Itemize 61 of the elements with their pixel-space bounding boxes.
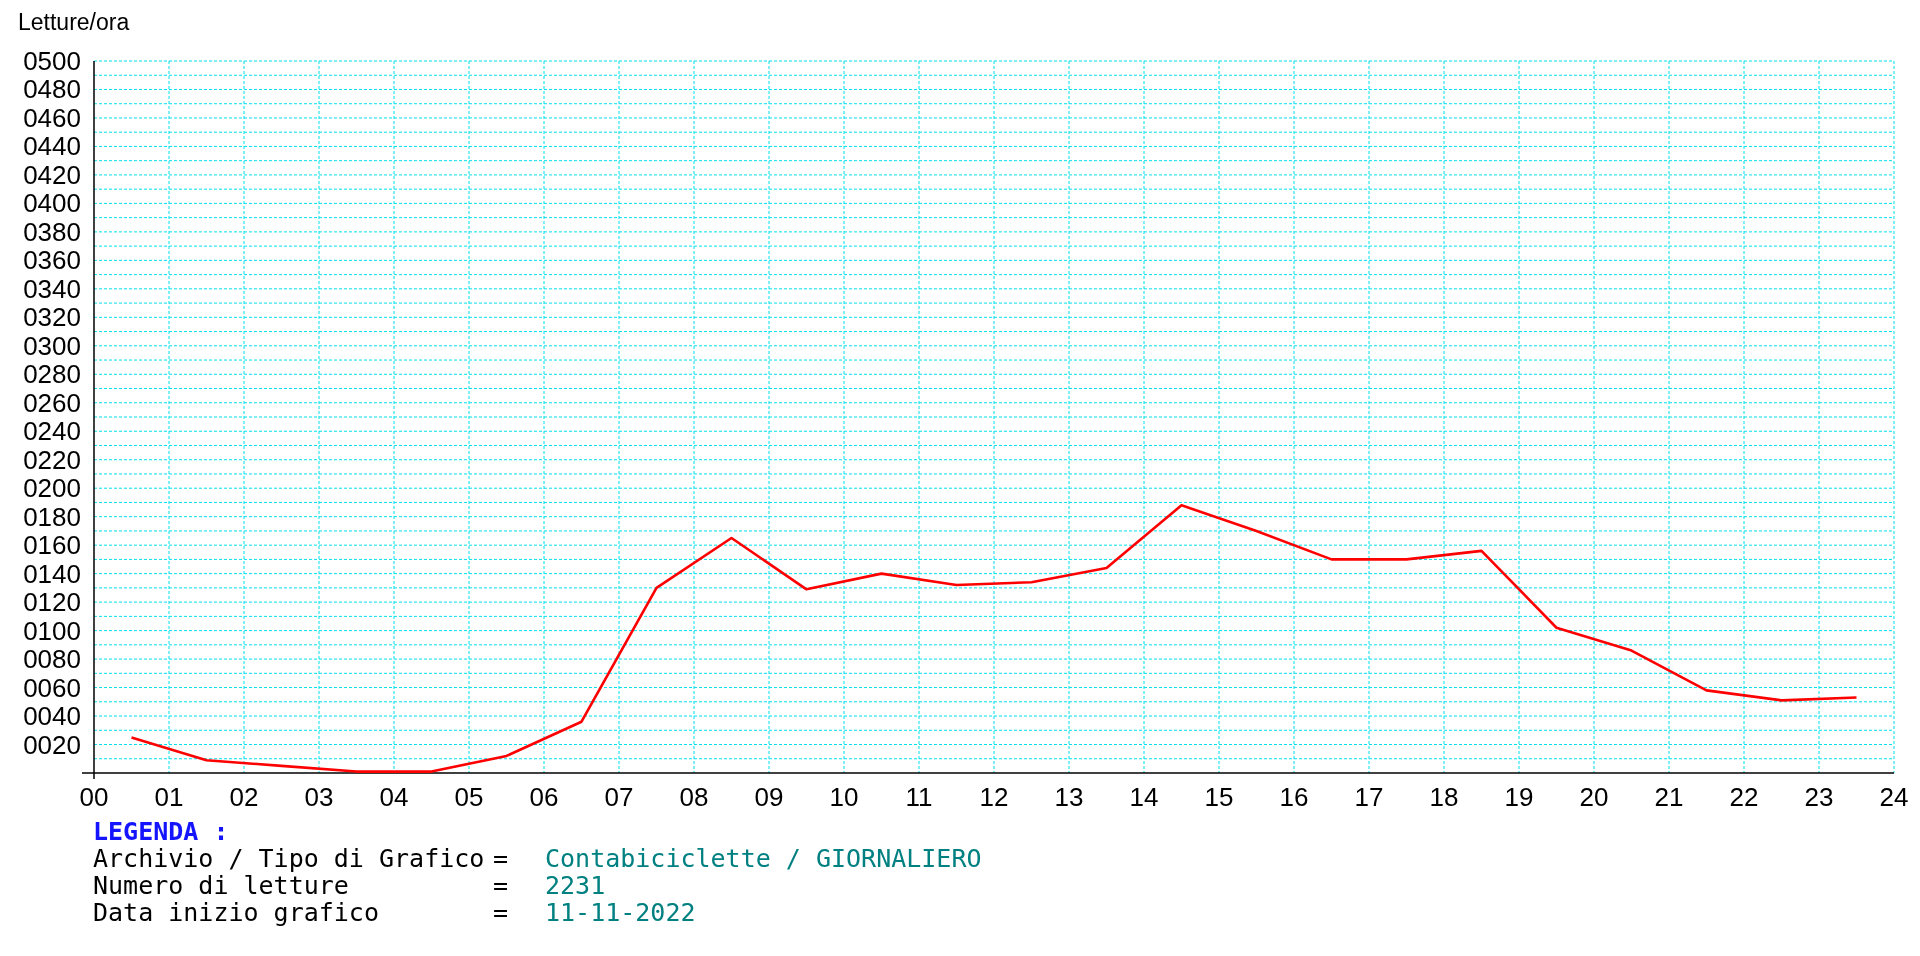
y-tick-label: 0080	[23, 644, 81, 675]
x-tick-label: 24	[1879, 782, 1909, 812]
x-tick-label: 19	[1504, 782, 1534, 812]
y-tick-label: 0160	[23, 530, 81, 561]
equals-sign: =	[493, 872, 510, 899]
x-tick-label: 04	[379, 782, 409, 812]
y-tick-label: 0500	[23, 46, 81, 76]
legend-value: 2231	[545, 872, 607, 899]
y-tick-label: 0140	[23, 558, 81, 589]
y-tick-label: 0440	[23, 131, 81, 162]
y-tick-label: 0020	[23, 729, 81, 760]
x-tick-label: 07	[604, 782, 634, 812]
equals-sign: =	[493, 845, 510, 872]
legend-title: LEGENDA :	[93, 818, 229, 845]
x-tick-label: 10	[829, 782, 859, 812]
x-tick-label: 17	[1354, 782, 1384, 812]
x-tick-label: 06	[529, 782, 559, 812]
x-tick-label: 01	[154, 782, 184, 812]
x-tick-label: 05	[454, 782, 484, 812]
y-tick-label: 0280	[23, 359, 81, 390]
y-tick-label: 0480	[23, 74, 81, 105]
y-tick-label: 0260	[23, 387, 81, 418]
y-tick-label: 0400	[23, 188, 81, 219]
x-tick-label: 16	[1279, 782, 1309, 812]
x-tick-label: 20	[1579, 782, 1609, 812]
x-tick-label: 12	[979, 782, 1009, 812]
legend-label: Numero di letture	[93, 872, 350, 899]
x-tick-label: 11	[905, 782, 933, 812]
y-tick-label: 0300	[23, 330, 81, 361]
legend-value: Contabiciclette / GIORNALIERO	[545, 845, 983, 872]
y-tick-label: 0180	[23, 501, 81, 532]
y-tick-label: 0460	[23, 102, 81, 133]
x-tick-label: 23	[1804, 782, 1834, 812]
x-tick-label: 22	[1729, 782, 1759, 812]
y-tick-label: 0200	[23, 473, 81, 504]
y-tick-label: 0340	[23, 273, 81, 304]
x-tick-label: 08	[679, 782, 709, 812]
legend-value: 11-11-2022	[545, 899, 697, 926]
equals-sign: =	[493, 899, 510, 926]
x-tick-label: 13	[1054, 782, 1084, 812]
y-tick-label: 0380	[23, 216, 81, 247]
y-axis-title: Letture/ora	[18, 9, 130, 36]
x-tick-label: 18	[1429, 782, 1459, 812]
y-tick-label: 0220	[23, 444, 81, 475]
x-tick-label: 00	[79, 782, 109, 812]
x-tick-label: 15	[1204, 782, 1234, 812]
legend-label: Data inizio grafico	[93, 899, 380, 926]
y-tick-label: 0420	[23, 159, 81, 190]
y-tick-label: 0320	[23, 302, 81, 333]
y-tick-label: 0360	[23, 245, 81, 276]
y-tick-label: 0040	[23, 701, 81, 732]
y-tick-label: 0060	[23, 672, 81, 703]
y-tick-label: 0120	[23, 587, 81, 618]
x-tick-label: 02	[229, 782, 259, 812]
legend-label: Archivio / Tipo di Grafico	[93, 845, 486, 872]
x-tick-label: 14	[1129, 782, 1159, 812]
y-tick-label: 0100	[23, 615, 81, 646]
x-tick-label: 09	[754, 782, 784, 812]
x-tick-label: 03	[304, 782, 334, 812]
x-tick-label: 21	[1654, 782, 1684, 812]
y-tick-label: 0240	[23, 416, 81, 447]
